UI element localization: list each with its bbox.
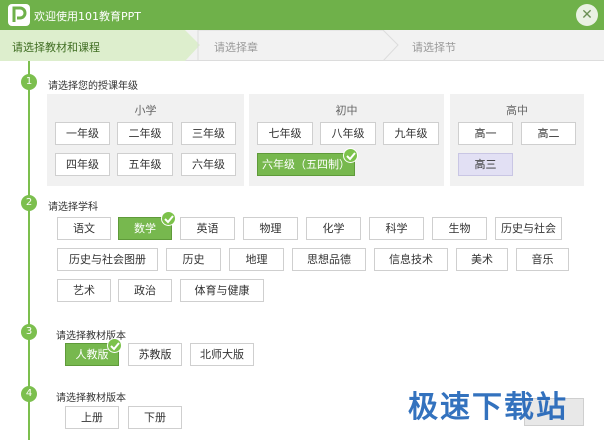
check-icon <box>107 338 122 353</box>
subject-button[interactable]: 科学 <box>369 217 424 240</box>
panel-middle-title: 初中 <box>335 104 358 117</box>
panel-primary-title: 小学 <box>134 104 157 117</box>
subject-button[interactable]: 艺术 <box>57 279 111 302</box>
subject-button[interactable]: 语文 <box>57 217 111 240</box>
panel-high-title: 高中 <box>506 104 528 117</box>
edition-button[interactable]: 苏教版 <box>128 343 182 366</box>
watermark-text: 极速下载站 <box>408 390 568 425</box>
grade-button[interactable]: 高一 <box>458 122 513 145</box>
grade-button[interactable]: 三年级 <box>181 122 236 145</box>
subject-button[interactable]: 物理 <box>243 217 298 240</box>
step-2-label[interactable]: 请选择章 <box>214 39 258 55</box>
edition-button[interactable]: 北师大版 <box>190 343 254 366</box>
grade-button-highlighted[interactable]: 高三 <box>458 153 513 176</box>
subject-button[interactable]: 生物 <box>432 217 487 240</box>
grade-button[interactable]: 四年级 <box>55 153 110 176</box>
grade-button-selected[interactable]: 六年级（五四制） <box>257 153 355 176</box>
grade-button[interactable]: 高二 <box>521 122 576 145</box>
subject-button[interactable]: 体育与健康 <box>180 279 264 302</box>
subject-button[interactable]: 思想品德 <box>292 248 366 271</box>
subject-button[interactable]: 地理 <box>229 248 284 271</box>
grade-button[interactable]: 七年级 <box>257 122 313 145</box>
section-3-number: 3 <box>21 324 37 340</box>
grade-button[interactable]: 五年级 <box>117 153 173 176</box>
close-button[interactable]: ✕ <box>576 4 598 26</box>
subject-button[interactable]: 历史与社会图册 <box>57 248 158 271</box>
grade-button[interactable]: 六年级 <box>181 153 236 176</box>
subject-button[interactable]: 英语 <box>180 217 235 240</box>
subject-button[interactable]: 信息技术 <box>374 248 448 271</box>
section-4-number: 4 <box>21 386 37 402</box>
section-4-title: 请选择教材版本 <box>56 393 126 404</box>
subject-button[interactable]: 美术 <box>456 248 508 271</box>
grade-button[interactable]: 九年级 <box>383 122 439 145</box>
subject-button[interactable]: 化学 <box>306 217 361 240</box>
section-1-number: 1 <box>21 74 37 90</box>
check-icon <box>161 211 176 226</box>
step-3-label[interactable]: 请选择节 <box>412 39 456 55</box>
progress-line <box>28 61 30 440</box>
grade-button[interactable]: 一年级 <box>55 122 110 145</box>
subject-button[interactable]: 政治 <box>118 279 172 302</box>
step-1-label[interactable]: 请选择教材和课程 <box>12 39 100 55</box>
grade-button[interactable]: 二年级 <box>117 122 173 145</box>
title-bar: 欢迎使用101教育PPT ✕ <box>0 0 604 30</box>
app-logo-icon <box>8 4 30 26</box>
check-icon <box>343 148 358 163</box>
volume-button[interactable]: 上册 <box>65 406 119 429</box>
section-1-title: 请选择您的授课年级 <box>48 81 138 92</box>
panel-middle: 初中 七年级 八年级 九年级 六年级（五四制） <box>249 94 444 186</box>
close-icon: ✕ <box>581 7 593 23</box>
section-2-number: 2 <box>21 195 37 211</box>
subject-button[interactable]: 音乐 <box>516 248 569 271</box>
section-2-title: 请选择学科 <box>48 202 98 213</box>
grade-button[interactable]: 八年级 <box>320 122 376 145</box>
panel-high: 高中 高一 高二 高三 <box>450 94 584 186</box>
step-bar: 请选择教材和课程 请选择章 请选择节 <box>0 30 604 61</box>
subject-button[interactable]: 历史与社会 <box>495 217 562 240</box>
volume-button[interactable]: 下册 <box>128 406 182 429</box>
subject-button[interactable]: 历史 <box>166 248 221 271</box>
window-title: 欢迎使用101教育PPT <box>34 10 141 23</box>
panel-primary: 小学 一年级 二年级 三年级 四年级 五年级 六年级 <box>47 94 244 186</box>
